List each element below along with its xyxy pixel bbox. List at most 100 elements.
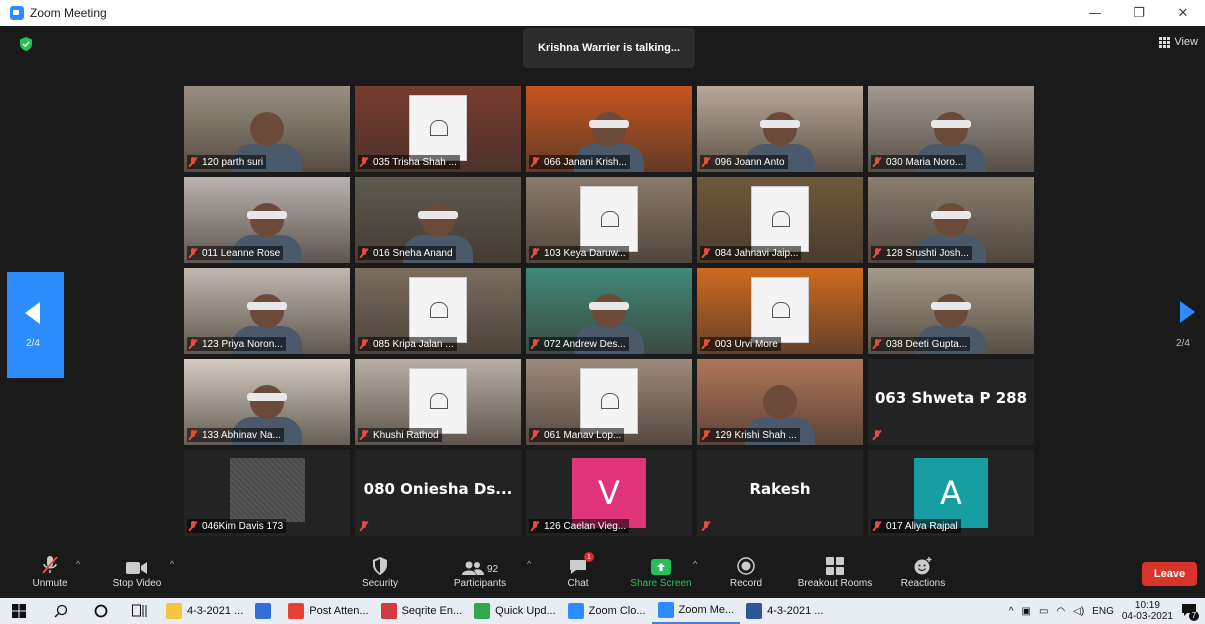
participant-tile[interactable]: 016 Sneha Anand bbox=[355, 177, 521, 263]
taskbar-app-button[interactable] bbox=[249, 598, 282, 624]
participant-tile[interactable]: 080 Oniesha Ds... bbox=[355, 450, 521, 536]
microphone-muted-icon bbox=[529, 429, 541, 441]
minimize-button[interactable]: — bbox=[1073, 0, 1117, 26]
taskbar-app-button[interactable]: Seqrite En... bbox=[375, 598, 469, 624]
participant-name-tag: 003 Urvi More bbox=[700, 337, 781, 351]
participant-tile[interactable]: 133 Abhinav Na... bbox=[184, 359, 350, 445]
start-button[interactable] bbox=[0, 598, 40, 624]
participant-tile[interactable]: 011 Leanne Rose bbox=[184, 177, 350, 263]
taskbar-app-button[interactable]: Quick Upd... bbox=[468, 598, 562, 624]
participant-tile[interactable]: Rakesh bbox=[697, 450, 863, 536]
clock[interactable]: 10:19 04-03-2021 bbox=[1122, 600, 1173, 622]
participant-name-tag: 096 Joann Anto bbox=[700, 155, 788, 169]
close-button[interactable]: ✕ bbox=[1161, 0, 1205, 26]
participants-options-chevron-icon[interactable]: ^ bbox=[527, 559, 531, 569]
participant-tile[interactable]: 085 Kripa Jalan ... bbox=[355, 268, 521, 354]
participant-name: 126 Caelan Vieg... bbox=[544, 520, 627, 532]
participant-tile[interactable]: A 017 Aliya Rajpal bbox=[868, 450, 1034, 536]
taskbar-app-label: 4-3-2021 ... bbox=[187, 605, 244, 617]
blindfold bbox=[931, 120, 971, 129]
input-language[interactable]: ENG bbox=[1092, 606, 1114, 617]
maximize-button[interactable]: ❐ bbox=[1117, 0, 1161, 26]
taskbar-app-button[interactable]: Post Atten... bbox=[282, 598, 374, 624]
participant-tile[interactable]: 128 Srushti Josh... bbox=[868, 177, 1034, 263]
participant-tile[interactable]: 003 Urvi More bbox=[697, 268, 863, 354]
participant-tile[interactable]: 038 Deeti Gupta... bbox=[868, 268, 1034, 354]
participant-name: 103 Keya Daruw... bbox=[544, 247, 626, 259]
microphone-muted-icon bbox=[871, 429, 883, 441]
audio-options-chevron-icon[interactable]: ^ bbox=[76, 559, 80, 569]
participant-tile[interactable]: 129 Krishi Shah ... bbox=[697, 359, 863, 445]
task-view-button[interactable] bbox=[120, 598, 160, 624]
blindfold bbox=[589, 120, 629, 129]
stop-video-label: Stop Video bbox=[112, 578, 162, 589]
leave-button[interactable]: Leave bbox=[1142, 562, 1197, 586]
notifications-button[interactable]: 7 bbox=[1181, 603, 1199, 621]
participant-head bbox=[592, 111, 626, 146]
paper-sheet bbox=[409, 276, 467, 343]
participant-name-tag: 011 Leanne Rose bbox=[187, 246, 284, 260]
tray-app-icon[interactable]: ▣ bbox=[1022, 606, 1031, 617]
reactions-button[interactable]: Reactions bbox=[896, 550, 950, 598]
participant-tile[interactable]: 084 Jahnavi Jaip... bbox=[697, 177, 863, 263]
participant-tile[interactable]: 066 Janani Krish... bbox=[526, 86, 692, 172]
reactions-label: Reactions bbox=[900, 578, 946, 589]
participant-tile[interactable]: 123 Priya Noron... bbox=[184, 268, 350, 354]
breakout-rooms-button[interactable]: Breakout Rooms bbox=[790, 550, 880, 598]
chat-button[interactable]: 1 Chat bbox=[562, 550, 594, 598]
taskbar-app-button[interactable]: 4-3-2021 ... bbox=[160, 598, 249, 624]
chat-unread-badge: 1 bbox=[584, 552, 594, 562]
network-icon[interactable]: ◠ bbox=[1056, 606, 1065, 617]
chat-bubble-icon bbox=[570, 560, 586, 574]
taskbar-app-button[interactable]: Zoom Me... bbox=[651, 598, 741, 624]
search-button[interactable] bbox=[40, 598, 82, 624]
participant-name-tag: 035 Trisha Shah ... bbox=[358, 155, 460, 169]
app-icon bbox=[474, 603, 491, 619]
cortana-button[interactable] bbox=[82, 598, 120, 624]
participant-tile[interactable]: 030 Maria Noro... bbox=[868, 86, 1034, 172]
video-options-chevron-icon[interactable]: ^ bbox=[170, 559, 174, 569]
tray-overflow-chevron-icon[interactable]: ^ bbox=[1009, 606, 1014, 617]
participant-tile[interactable]: 103 Keya Daruw... bbox=[526, 177, 692, 263]
participants-button[interactable]: 92 Participants bbox=[447, 550, 513, 598]
participant-tile[interactable]: 061 Manav Lop... bbox=[526, 359, 692, 445]
participant-tile[interactable]: 120 parth suri bbox=[184, 86, 350, 172]
taskbar-app-button[interactable]: Zoom Clo... bbox=[562, 598, 652, 624]
participant-tile[interactable]: 063 Shweta P 288 bbox=[868, 359, 1034, 445]
app-icon bbox=[255, 603, 272, 619]
volume-icon[interactable]: ◁) bbox=[1073, 606, 1084, 617]
unmute-button[interactable]: Unmute bbox=[28, 550, 72, 598]
paper-sheet bbox=[580, 185, 638, 252]
participant-tile[interactable]: Khushi Rathod bbox=[355, 359, 521, 445]
participant-head bbox=[763, 111, 797, 146]
tray-display-icon[interactable]: ▭ bbox=[1039, 606, 1048, 617]
reactions-smiley-icon bbox=[914, 557, 932, 575]
search-icon bbox=[54, 604, 68, 618]
record-button[interactable]: Record bbox=[725, 550, 767, 598]
participant-name: 017 Aliya Rajpal bbox=[886, 520, 958, 532]
next-page-button[interactable]: 2/4 bbox=[1166, 272, 1202, 378]
participant-tile[interactable]: 072 Andrew Des... bbox=[526, 268, 692, 354]
participant-display-name: Rakesh bbox=[749, 480, 811, 498]
shield-icon[interactable] bbox=[19, 37, 33, 51]
taskbar-apps: 4-3-2021 ... Post Atten... Seqrite En... Qu… bbox=[160, 598, 829, 624]
microphone-muted-icon bbox=[700, 156, 712, 168]
security-button[interactable]: Security bbox=[356, 550, 404, 598]
record-label: Record bbox=[729, 578, 763, 589]
microphone-muted-icon bbox=[187, 156, 199, 168]
participant-name-tag: 038 Deeti Gupta... bbox=[871, 337, 971, 351]
microphone-muted-icon bbox=[358, 338, 370, 350]
participant-tile[interactable]: 035 Trisha Shah ... bbox=[355, 86, 521, 172]
share-screen-button[interactable]: Share Screen bbox=[626, 550, 696, 598]
view-button[interactable]: View bbox=[1159, 36, 1198, 48]
previous-page-button[interactable]: 2/4 bbox=[7, 272, 64, 378]
participant-name-tag: Khushi Rathod bbox=[358, 428, 442, 442]
stop-video-button[interactable]: Stop Video bbox=[108, 550, 166, 598]
share-options-chevron-icon[interactable]: ^ bbox=[693, 559, 697, 569]
participant-tile[interactable]: 096 Joann Anto bbox=[697, 86, 863, 172]
participant-tile[interactable]: V 126 Caelan Vieg... bbox=[526, 450, 692, 536]
cortana-circle-icon bbox=[94, 604, 108, 618]
taskbar-app-button[interactable]: 4-3-2021 ... bbox=[740, 598, 829, 624]
participant-tile[interactable]: 046Kim Davis 173 bbox=[184, 450, 350, 536]
static-video-feed bbox=[230, 458, 305, 522]
